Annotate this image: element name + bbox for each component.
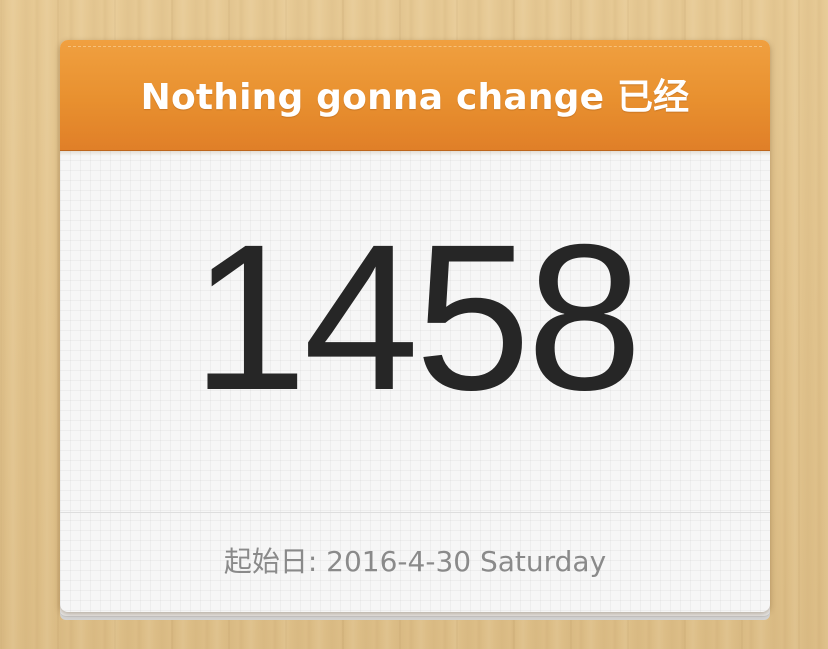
card-title: Nothing gonna change 已经 [140, 77, 690, 118]
day-counter-card[interactable]: Nothing gonna change 已经 1458 起始日: 2016-4… [60, 40, 770, 612]
footer-divider [60, 512, 770, 513]
day-count: 1458 [191, 202, 643, 434]
day-counter-widget[interactable]: Nothing gonna change 已经 1458 起始日: 2016-4… [60, 40, 770, 623]
card-header: Nothing gonna change 已经 [60, 40, 770, 156]
start-date-label: 起始日: 2016-4-30 Saturday [223, 545, 607, 578]
